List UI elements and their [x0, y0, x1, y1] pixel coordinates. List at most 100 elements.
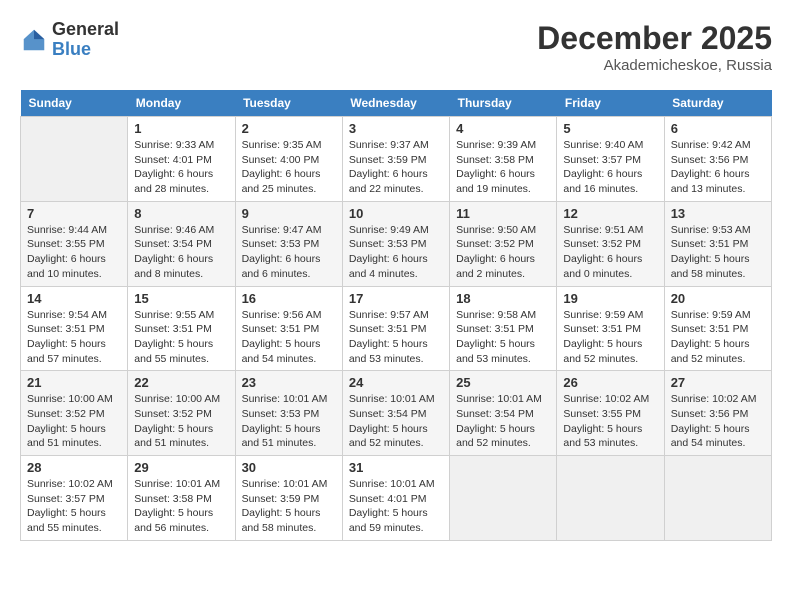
day-number: 12 — [563, 206, 657, 221]
day-number: 11 — [456, 206, 550, 221]
day-number: 25 — [456, 375, 550, 390]
day-number: 13 — [671, 206, 765, 221]
calendar-cell: 4 Sunrise: 9:39 AMSunset: 3:58 PMDaylight… — [450, 117, 557, 202]
day-number: 1 — [134, 121, 228, 136]
week-row-3: 14 Sunrise: 9:54 AMSunset: 3:51 PMDayligh… — [21, 286, 772, 371]
day-number: 30 — [242, 460, 336, 475]
day-info: Sunrise: 9:44 AMSunset: 3:55 PMDaylight:… — [27, 223, 121, 282]
day-number: 29 — [134, 460, 228, 475]
day-number: 26 — [563, 375, 657, 390]
calendar-cell — [450, 456, 557, 541]
day-info: Sunrise: 9:57 AMSunset: 3:51 PMDaylight:… — [349, 308, 443, 367]
calendar-cell: 7Sunrise: 9:44 AMSunset: 3:55 PMDaylight… — [21, 201, 128, 286]
calendar-cell: 5Sunrise: 9:40 AMSunset: 3:57 PMDaylight… — [557, 117, 664, 202]
month-year-title: December 2025 — [537, 20, 772, 57]
location-subtitle: Akademicheskoe, Russia — [537, 57, 772, 74]
day-info: Sunrise: 9:42 AMSunset: 3:56 PMDaylight:… — [671, 138, 765, 197]
day-info: Sunrise: 9:39 AMSunset: 3:58 PMDaylight:… — [456, 138, 550, 197]
day-info: Sunrise: 10:02 AMSunset: 3:55 PMDaylight… — [563, 392, 657, 451]
day-number: 18 — [456, 291, 550, 306]
header-day-thursday: Thursday — [450, 90, 557, 117]
day-info: Sunrise: 9:59 AMSunset: 3:51 PMDaylight:… — [671, 308, 765, 367]
calendar-cell: 23 Sunrise: 10:01 AMSunset: 3:53 PMDaylig… — [235, 371, 342, 456]
calendar-cell: 10 Sunrise: 9:49 AMSunset: 3:53 PMDayligh… — [342, 201, 449, 286]
day-info: Sunrise: 10:02 AMSunset: 3:57 PMDaylight… — [27, 477, 121, 536]
header-row: SundayMondayTuesdayWednesdayThursdayFrid… — [21, 90, 772, 117]
calendar-cell: 15Sunrise: 9:55 AMSunset: 3:51 PMDayligh… — [128, 286, 235, 371]
calendar-cell: 13 Sunrise: 9:53 AMSunset: 3:51 PMDayligh… — [664, 201, 771, 286]
calendar-cell: 17Sunrise: 9:57 AMSunset: 3:51 PMDayligh… — [342, 286, 449, 371]
day-info: Sunrise: 9:50 AMSunset: 3:52 PMDaylight:… — [456, 223, 550, 282]
day-info: Sunrise: 10:00 AMSunset: 3:52 PMDaylight… — [27, 392, 121, 451]
day-info: Sunrise: 9:33 AMSunset: 4:01 PMDaylight:… — [134, 138, 228, 197]
day-info: Sunrise: 10:02 AMSunset: 3:56 PMDaylight… — [671, 392, 765, 451]
calendar-header: SundayMondayTuesdayWednesdayThursdayFrid… — [21, 90, 772, 117]
day-number: 21 — [27, 375, 121, 390]
day-number: 6 — [671, 121, 765, 136]
logo-icon — [20, 26, 48, 54]
day-info: Sunrise: 9:51 AMSunset: 3:52 PMDaylight:… — [563, 223, 657, 282]
day-number: 24 — [349, 375, 443, 390]
day-number: 15 — [134, 291, 228, 306]
day-number: 23 — [242, 375, 336, 390]
calendar-body: 1 Sunrise: 9:33 AMSunset: 4:01 PMDaylight… — [21, 117, 772, 541]
calendar-table: SundayMondayTuesdayWednesdayThursdayFrid… — [20, 90, 772, 541]
day-info: Sunrise: 10:00 AMSunset: 3:52 PMDaylight… — [134, 392, 228, 451]
header-day-saturday: Saturday — [664, 90, 771, 117]
calendar-cell: 19Sunrise: 9:59 AMSunset: 3:51 PMDayligh… — [557, 286, 664, 371]
day-number: 28 — [27, 460, 121, 475]
calendar-cell: 21 Sunrise: 10:00 AMSunset: 3:52 PMDaylig… — [21, 371, 128, 456]
calendar-cell — [557, 456, 664, 541]
week-row-5: 28 Sunrise: 10:02 AMSunset: 3:57 PMDaylig… — [21, 456, 772, 541]
day-info: Sunrise: 9:59 AMSunset: 3:51 PMDaylight:… — [563, 308, 657, 367]
calendar-cell: 26 Sunrise: 10:02 AMSunset: 3:55 PMDaylig… — [557, 371, 664, 456]
calendar-cell: 22Sunrise: 10:00 AMSunset: 3:52 PMDaylig… — [128, 371, 235, 456]
calendar-cell: 12 Sunrise: 9:51 AMSunset: 3:52 PMDayligh… — [557, 201, 664, 286]
day-info: Sunrise: 9:53 AMSunset: 3:51 PMDaylight:… — [671, 223, 765, 282]
day-info: Sunrise: 10:01 AMSunset: 3:58 PMDaylight… — [134, 477, 228, 536]
calendar-cell: 28 Sunrise: 10:02 AMSunset: 3:57 PMDaylig… — [21, 456, 128, 541]
calendar-cell: 18 Sunrise: 9:58 AMSunset: 3:51 PMDayligh… — [450, 286, 557, 371]
title-block: December 2025 Akademicheskoe, Russia — [537, 20, 772, 74]
day-info: Sunrise: 9:49 AMSunset: 3:53 PMDaylight:… — [349, 223, 443, 282]
day-info: Sunrise: 9:35 AMSunset: 4:00 PMDaylight:… — [242, 138, 336, 197]
day-number: 4 — [456, 121, 550, 136]
calendar-cell: 16 Sunrise: 9:56 AMSunset: 3:51 PMDayligh… — [235, 286, 342, 371]
calendar-cell: 11 Sunrise: 9:50 AMSunset: 3:52 PMDayligh… — [450, 201, 557, 286]
calendar-cell: 14 Sunrise: 9:54 AMSunset: 3:51 PMDayligh… — [21, 286, 128, 371]
calendar-cell: 20Sunrise: 9:59 AMSunset: 3:51 PMDayligh… — [664, 286, 771, 371]
calendar-cell: 30 Sunrise: 10:01 AMSunset: 3:59 PMDaylig… — [235, 456, 342, 541]
calendar-cell: 9 Sunrise: 9:47 AMSunset: 3:53 PMDaylight… — [235, 201, 342, 286]
day-info: Sunrise: 10:01 AMSunset: 3:59 PMDaylight… — [242, 477, 336, 536]
day-info: Sunrise: 9:54 AMSunset: 3:51 PMDaylight:… — [27, 308, 121, 367]
day-info: Sunrise: 10:01 AMSunset: 3:54 PMDaylight… — [456, 392, 550, 451]
day-number: 2 — [242, 121, 336, 136]
day-info: Sunrise: 10:01 AMSunset: 3:53 PMDaylight… — [242, 392, 336, 451]
calendar-cell: 6 Sunrise: 9:42 AMSunset: 3:56 PMDaylight… — [664, 117, 771, 202]
calendar-cell: 25 Sunrise: 10:01 AMSunset: 3:54 PMDaylig… — [450, 371, 557, 456]
calendar-cell: 3Sunrise: 9:37 AMSunset: 3:59 PMDaylight… — [342, 117, 449, 202]
logo: General Blue — [20, 20, 119, 60]
calendar-cell: 2 Sunrise: 9:35 AMSunset: 4:00 PMDaylight… — [235, 117, 342, 202]
calendar-cell: 27 Sunrise: 10:02 AMSunset: 3:56 PMDaylig… — [664, 371, 771, 456]
week-row-4: 21 Sunrise: 10:00 AMSunset: 3:52 PMDaylig… — [21, 371, 772, 456]
day-info: Sunrise: 9:58 AMSunset: 3:51 PMDaylight:… — [456, 308, 550, 367]
day-info: Sunrise: 10:01 AMSunset: 3:54 PMDaylight… — [349, 392, 443, 451]
calendar-cell: 31Sunrise: 10:01 AMSunset: 4:01 PMDaylig… — [342, 456, 449, 541]
calendar-cell: 29 Sunrise: 10:01 AMSunset: 3:58 PMDaylig… — [128, 456, 235, 541]
day-info: Sunrise: 9:47 AMSunset: 3:53 PMDaylight:… — [242, 223, 336, 282]
header-day-wednesday: Wednesday — [342, 90, 449, 117]
day-number: 16 — [242, 291, 336, 306]
day-info: Sunrise: 9:46 AMSunset: 3:54 PMDaylight:… — [134, 223, 228, 282]
day-info: Sunrise: 9:40 AMSunset: 3:57 PMDaylight:… — [563, 138, 657, 197]
header-day-tuesday: Tuesday — [235, 90, 342, 117]
day-number: 27 — [671, 375, 765, 390]
day-info: Sunrise: 9:56 AMSunset: 3:51 PMDaylight:… — [242, 308, 336, 367]
day-number: 3 — [349, 121, 443, 136]
day-info: Sunrise: 10:01 AMSunset: 4:01 PMDaylight… — [349, 477, 443, 536]
day-number: 14 — [27, 291, 121, 306]
day-number: 8 — [134, 206, 228, 221]
logo-text: General Blue — [52, 20, 119, 60]
day-number: 9 — [242, 206, 336, 221]
day-number: 10 — [349, 206, 443, 221]
